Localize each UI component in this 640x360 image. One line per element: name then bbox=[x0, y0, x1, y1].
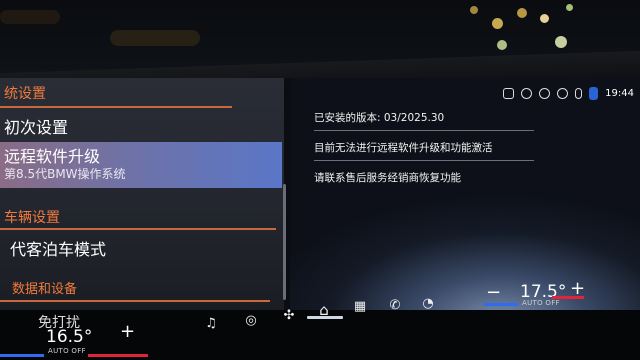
fan-icon[interactable]: ✣ bbox=[281, 307, 297, 323]
detail-divider bbox=[314, 160, 534, 161]
menu-item-initial-setup[interactable]: 初次设置 bbox=[0, 114, 282, 142]
left-temperature[interactable]: 16.5° bbox=[46, 327, 92, 347]
settings-menu: 统设置 初次设置 远程软件升级 第8.5代BMW操作系统 车辆设置 代客泊车模式… bbox=[0, 78, 286, 310]
home-active-indicator bbox=[307, 316, 343, 319]
media-icon[interactable]: ♫ bbox=[203, 315, 219, 331]
right-temp-minus-button[interactable]: − bbox=[486, 284, 501, 302]
contact-dealer-message: 请联系售后服务经销商恢复功能 bbox=[314, 172, 461, 184]
phone-icon[interactable]: ✆ bbox=[387, 297, 403, 313]
background-light bbox=[566, 4, 573, 11]
installed-version-text: 已安装的版本: 03/2025.30 bbox=[314, 112, 445, 124]
section-header-vehicle: 车辆设置 bbox=[4, 210, 60, 226]
background-light bbox=[517, 8, 527, 18]
background-light bbox=[497, 40, 507, 50]
left-temp-bar-red bbox=[88, 354, 148, 357]
background-light bbox=[492, 18, 503, 29]
background-light bbox=[470, 6, 478, 14]
phone-icon bbox=[503, 87, 515, 99]
wifi-icon bbox=[557, 87, 569, 99]
left-climate-mode: AUTO OFF bbox=[48, 347, 86, 355]
clock: 19:44 bbox=[605, 87, 634, 99]
menu-scrollbar[interactable] bbox=[283, 184, 286, 300]
right-climate-mode: AUTO OFF bbox=[522, 299, 560, 307]
section-divider bbox=[0, 228, 276, 230]
background-light bbox=[110, 30, 200, 46]
background-light bbox=[555, 36, 567, 48]
steering-icon[interactable]: ◎ bbox=[243, 312, 259, 328]
menu-item-valet-mode[interactable]: 代客泊车模式 bbox=[0, 236, 282, 264]
mute-icon bbox=[521, 87, 533, 99]
menu-item-label: 代客泊车模式 bbox=[10, 240, 107, 259]
background-light bbox=[540, 14, 549, 23]
menu-item-label: 初次设置 bbox=[4, 118, 69, 137]
section-divider bbox=[0, 106, 232, 108]
left-temp-bar-blue bbox=[0, 354, 44, 357]
menu-item-sublabel: 第8.5代BMW操作系统 bbox=[4, 167, 126, 181]
right-temp-plus-button[interactable]: + bbox=[570, 280, 585, 298]
battery-icon bbox=[589, 86, 599, 100]
background-light bbox=[0, 10, 60, 24]
apps-icon[interactable]: ▦ bbox=[352, 298, 368, 314]
upgrade-unavailable-message: 目前无法进行远程软件升级和功能激活 bbox=[314, 142, 493, 154]
section-header-system: 统设置 bbox=[4, 86, 46, 102]
microphone-icon bbox=[575, 87, 583, 99]
section-divider bbox=[0, 300, 270, 302]
left-temp-plus-button[interactable]: + bbox=[120, 323, 135, 341]
detail-divider bbox=[314, 130, 534, 131]
menu-item-remote-software-upgrade[interactable]: 远程软件升级 第8.5代BMW操作系统 bbox=[0, 142, 282, 188]
connected-icon bbox=[539, 87, 551, 99]
section-header-data-devices: 数据和设备 bbox=[12, 282, 78, 297]
status-bar: 19:44 bbox=[503, 84, 634, 102]
menu-item-label: 远程软件升级 bbox=[4, 147, 101, 166]
right-temp-bar-blue bbox=[484, 303, 518, 306]
navigation-icon[interactable]: ◔ bbox=[420, 295, 436, 311]
